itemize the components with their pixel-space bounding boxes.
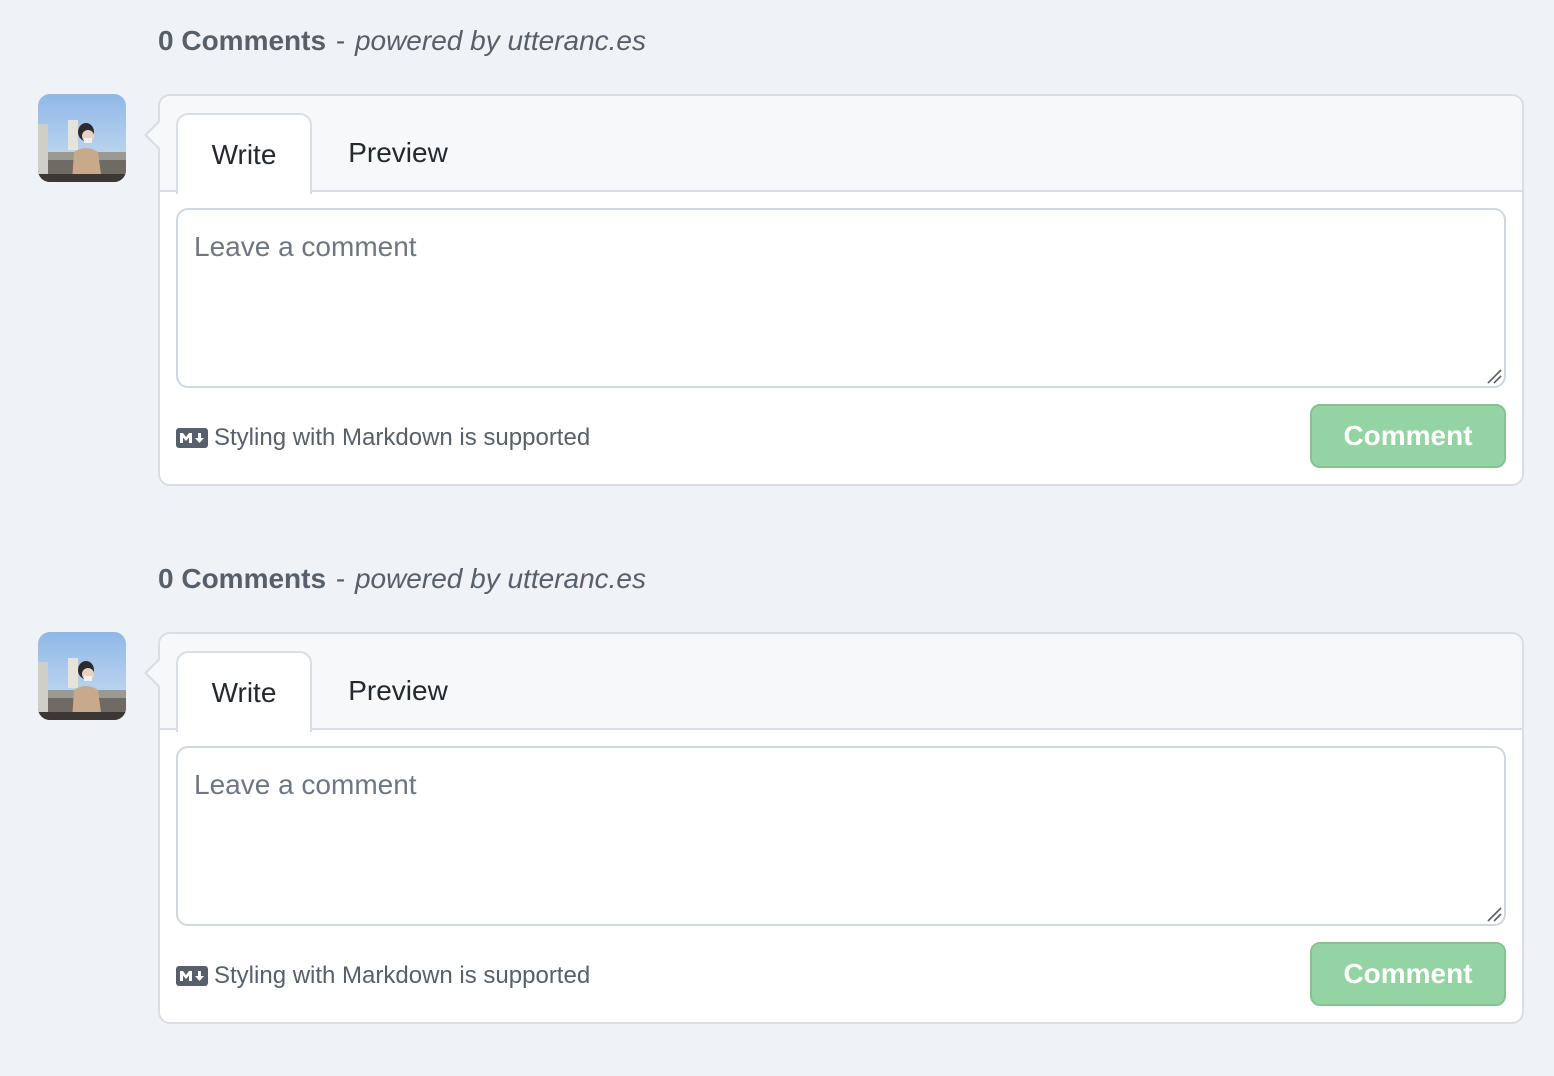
markdown-icon (176, 428, 208, 448)
comment-count-header: 0 Comments - powered by utteranc.es (158, 24, 646, 58)
comment-submit-button[interactable]: Comment (1310, 942, 1506, 1006)
header-separator: - (335, 563, 346, 594)
tab-write[interactable]: Write (176, 651, 312, 732)
comment-count: 0 Comments (158, 563, 327, 594)
comment-count-header: 0 Comments - powered by utteranc.es (158, 562, 646, 596)
user-avatar[interactable] (38, 632, 126, 720)
tab-header: Write Preview (160, 96, 1522, 194)
markdown-hint-text: Styling with Markdown is supported (214, 962, 591, 989)
header-separator: - (335, 25, 346, 56)
comment-submit-button[interactable]: Comment (1310, 404, 1506, 468)
comment-textarea[interactable] (176, 746, 1506, 926)
tab-preview[interactable]: Preview (328, 651, 468, 730)
markdown-hint-text: Styling with Markdown is supported (214, 424, 591, 451)
comment-form: Write Preview Styling with Markdown is s… (144, 632, 1524, 1024)
powered-by-link[interactable]: powered by utteranc.es (355, 563, 646, 594)
resize-grip-icon[interactable] (1486, 906, 1502, 922)
avatar-photo-icon (38, 94, 126, 182)
tab-write[interactable]: Write (176, 113, 312, 194)
powered-by-link[interactable]: powered by utteranc.es (355, 25, 646, 56)
tab-preview[interactable]: Preview (328, 113, 468, 192)
user-avatar[interactable] (38, 94, 126, 182)
comment-textarea[interactable] (176, 208, 1506, 388)
tab-header: Write Preview (160, 634, 1522, 732)
resize-grip-icon[interactable] (1486, 368, 1502, 384)
comment-count: 0 Comments (158, 25, 327, 56)
markdown-icon (176, 966, 208, 986)
markdown-hint[interactable]: Styling with Markdown is supported (176, 422, 590, 454)
avatar-photo-icon (38, 632, 126, 720)
comments-thread: 0 Comments - powered by utteranc.es Writ… (0, 538, 1554, 1076)
markdown-hint[interactable]: Styling with Markdown is supported (176, 960, 590, 992)
comments-thread: 0 Comments - powered by utteranc.es Writ… (0, 0, 1554, 538)
comment-form: Write Preview Styling with Markdown is s… (144, 94, 1524, 486)
